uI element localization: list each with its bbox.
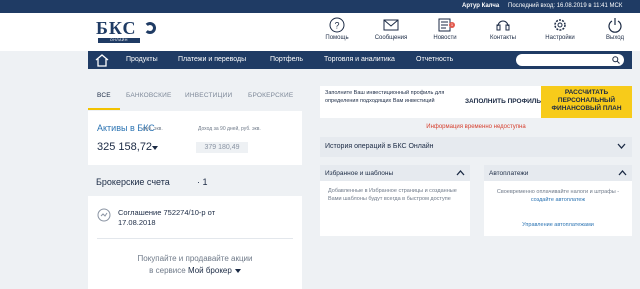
contacts-button[interactable]: Контакты [478,17,528,41]
income-value: 379 180,49 [196,142,248,153]
news-button[interactable]: 1 Новости [420,17,470,41]
assets-dropdown-icon[interactable] [152,146,158,150]
my-broker-link[interactable]: Мой брокер [188,266,232,275]
tab-all[interactable]: ВСЕ [97,92,111,99]
history-panel[interactable]: История операций в БКС Онлайн [320,137,632,157]
exit-label: Выход [606,35,624,41]
autopay-text: Своевременно оплачивайте налоги и штрафы… [488,188,628,204]
tab-investments[interactable]: ИНВЕСТИЦИИ [185,92,232,99]
divider [97,238,293,239]
help-button[interactable]: ? Помощь [312,17,362,41]
search-icon[interactable] [612,56,620,64]
brokerage-card: Соглашение 752274/10-р от 17.08.2018 Пок… [88,196,302,289]
nav-item-products[interactable]: Продукты [126,56,158,63]
favorites-title: Избранное и шаблоны [325,170,394,177]
promo-line2-wrap: в сервисе Мой брокер [108,265,282,277]
settings-label: Настройки [545,35,575,41]
messages-icon [383,19,399,31]
nav-item-reports[interactable]: Отчетность [416,56,453,63]
chevron-down-icon[interactable] [234,268,241,273]
agreement-link[interactable]: Соглашение 752274/10-р от 17.08.2018 [118,208,238,228]
autopay-title: Автоплатежи [489,170,529,177]
autopay-panel: Автоплатежи Своевременно оплачивайте нал… [484,165,632,236]
invest-profile-banner: Заполните Ваш инвестиционный профиль для… [320,86,632,118]
chevron-up-icon[interactable] [618,170,627,176]
nav-item-trading[interactable]: Торговля и аналитика [324,56,395,63]
contacts-label: Контакты [490,35,516,41]
fill-profile-button[interactable]: ЗАПОЛНИТЬ ПРОФИЛЬ [461,86,545,118]
assets-unit: руб. экв. [143,126,163,132]
messages-button[interactable]: Сообщения [366,17,416,41]
agreement-icon [97,208,111,222]
financial-plan-button[interactable]: РАССЧИТАТЬ ПЕРСОНАЛЬНЫЙ ФИНАНСОВЫЙ ПЛАН [541,86,632,118]
chevron-down-icon[interactable] [617,143,626,149]
contacts-icon [496,20,510,31]
last-login: Последний вход: 16.08.2019 в 11:41 МСК [508,3,623,9]
main-nav: Продукты Платежи и переводы Портфель Тор… [88,51,632,69]
logo-swoosh-icon [144,22,156,34]
search-input[interactable] [516,54,624,66]
favorites-header[interactable]: Избранное и шаблоны [320,165,470,181]
settings-icon [554,19,566,31]
logo[interactable]: БКС ОНЛАЙН [96,19,156,47]
settings-button[interactable]: Настройки [535,17,585,41]
invest-banner-text: Заполните Ваш инвестиционный профиль для… [325,90,445,104]
top-strip: Артур Калча Последний вход: 16.08.2019 в… [0,0,640,13]
nav-item-payments[interactable]: Платежи и переводы [178,56,246,63]
create-autopay-link[interactable]: создайте автоплатеж [531,197,585,203]
income-label: Доход за 90 дней, руб. экв. [198,126,261,132]
brokerage-count: · 1 [197,177,208,187]
autopay-text-main: Своевременно оплачивайте налоги и штрафы… [496,189,620,195]
logo-subtitle: ОНЛАЙН [98,38,140,43]
favorites-text: Добавленные в Избранное страницы и созда… [328,188,457,202]
manage-autopay-link[interactable]: Управление автоплатежами [484,222,632,228]
nav-item-portfolio[interactable]: Портфель [270,56,303,63]
assets-card: Активы в БКС руб. экв. Доход за 90 дней,… [88,111,302,165]
active-tab-underline [88,108,120,110]
exit-icon [608,18,622,33]
svg-text:?: ? [334,21,339,31]
tab-brokerage[interactable]: БРОКЕРСКИЕ [248,92,293,99]
user-name[interactable]: Артур Калча [462,3,499,9]
help-label: Помощь [325,35,349,41]
tab-banking[interactable]: БАНКОВСКИЕ [126,92,172,99]
brokerage-title: Брокерские счета [96,177,170,187]
news-label: Новости [433,35,457,41]
autopay-header[interactable]: Автоплатежи [484,165,632,181]
promo-line2: в сервисе [149,266,186,275]
header: БКС ОНЛАЙН ? Помощь Сообщения 1 Новости … [0,13,640,51]
chevron-up-icon[interactable] [456,170,465,176]
history-title: История операций в БКС Онлайн [325,143,434,150]
promo-text: Покупайте и продавайте акции в сервисе М… [108,253,282,277]
favorites-panel: Избранное и шаблоны Добавленные в Избран… [320,165,470,236]
unavailable-message: Информация временно недоступна [426,124,526,130]
messages-label: Сообщения [374,35,408,41]
help-icon: ? [329,17,345,33]
assets-value: 325 158,72 [97,141,153,153]
home-icon[interactable] [94,53,110,67]
news-badge: 1 [449,22,455,28]
exit-button[interactable]: Выход [590,17,640,41]
promo-line1: Покупайте и продавайте акции [137,254,253,263]
